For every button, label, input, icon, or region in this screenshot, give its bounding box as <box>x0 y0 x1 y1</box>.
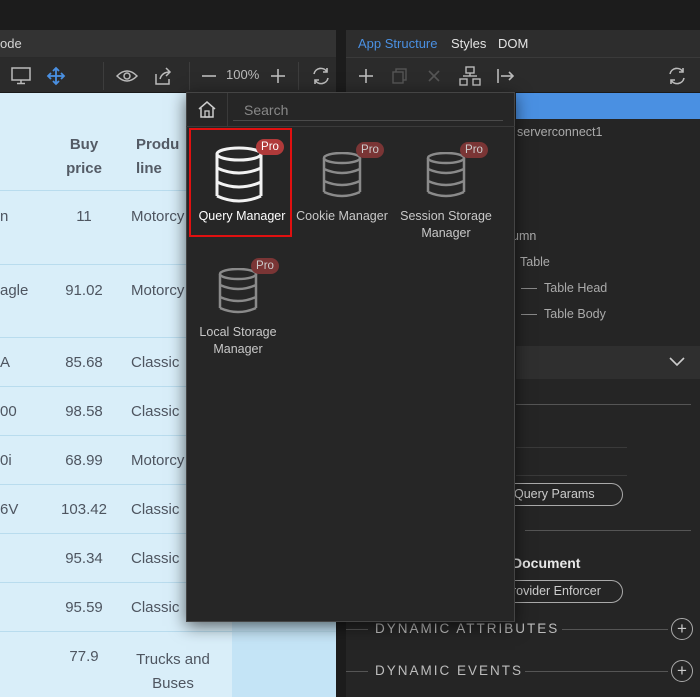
pro-badge: Pro <box>356 142 384 158</box>
divider <box>346 671 368 672</box>
cell-line: Classic <box>131 599 180 616</box>
cell-price: 103.42 <box>61 501 107 518</box>
design-tab-label[interactable]: ode <box>0 36 22 51</box>
tree-node-table[interactable]: Table <box>520 255 550 269</box>
cell-name: A <box>0 354 11 371</box>
cell-line: Motorcy <box>131 208 185 225</box>
cell-price: 85.68 <box>65 354 103 371</box>
tab-styles[interactable]: Styles <box>451 36 486 51</box>
pro-badge: Pro <box>251 258 279 274</box>
tree-node-serverconnect[interactable]: serverconnect1 <box>517 125 602 139</box>
app-window: ode 100% Buy price Produ line n 11 Motor… <box>0 0 700 697</box>
database-icon <box>218 268 258 314</box>
component-label: Cookie Manager <box>296 209 388 223</box>
cell-price: 91.02 <box>65 282 103 299</box>
add-dynamic-attribute-icon[interactable]: + <box>671 618 693 640</box>
move-tool-icon[interactable] <box>45 65 67 87</box>
home-button[interactable] <box>187 93 228 126</box>
cell-name: 0i <box>0 452 12 469</box>
cell-name: 6V <box>0 501 19 518</box>
cell-price: 77.9 <box>69 648 99 665</box>
desktop-view-icon[interactable] <box>10 65 32 87</box>
tab-app-structure[interactable]: App Structure <box>358 36 438 51</box>
cell-name: 00 <box>0 403 17 420</box>
component-cookie-manager[interactable]: Pro Cookie Manager <box>290 128 394 238</box>
cell-price: 95.59 <box>65 599 103 616</box>
database-icon <box>426 152 466 198</box>
cell-line: Trucks and Buses <box>136 651 210 692</box>
tree-node-table-head[interactable]: Table Head <box>544 281 607 295</box>
title-strip <box>0 0 700 30</box>
cell-price: 98.58 <box>65 403 103 420</box>
selection-highlight <box>189 128 292 237</box>
document-label: Document <box>512 555 581 571</box>
cell-price: 68.99 <box>65 452 103 469</box>
provider-enforcer-button[interactable]: rovider Enforcer <box>497 580 623 603</box>
refresh-structure-icon[interactable] <box>666 65 688 87</box>
cell-price: 11 <box>76 208 92 225</box>
database-icon <box>322 152 362 198</box>
tab-dom[interactable]: DOM <box>498 36 528 51</box>
cell-price: 95.34 <box>65 550 103 567</box>
share-export-icon[interactable] <box>152 65 174 87</box>
add-icon[interactable] <box>355 65 377 87</box>
zoom-in-icon[interactable] <box>267 65 289 87</box>
insert-after-icon[interactable] <box>495 65 517 87</box>
toolbar-divider <box>103 62 104 90</box>
divider <box>516 475 627 476</box>
component-session-storage-manager[interactable]: Pro Session Storage Manager <box>394 128 498 240</box>
cell-line: Classic <box>131 403 180 420</box>
selected-tree-node[interactable] <box>516 93 700 119</box>
pro-badge: Pro <box>460 142 488 158</box>
divider <box>525 671 668 672</box>
component-label: Session Storage Manager <box>400 209 492 240</box>
add-dynamic-event-icon[interactable]: + <box>671 660 693 682</box>
divider <box>562 629 668 630</box>
zoom-out-icon[interactable] <box>198 65 220 87</box>
home-icon <box>198 101 216 118</box>
cell-name: n <box>0 208 9 225</box>
header-product-line: Produ line <box>136 136 180 177</box>
divider <box>525 530 691 531</box>
dynamic-events-label: DYNAMIC EVENTS <box>375 663 524 678</box>
zoom-level: 100% <box>226 67 260 82</box>
hierarchy-icon[interactable] <box>459 65 481 87</box>
component-label: Local Storage Manager <box>199 325 277 356</box>
design-tab-bar <box>0 30 336 58</box>
refresh-icon[interactable] <box>310 65 332 87</box>
tree-node-column[interactable]: umn <box>512 229 536 243</box>
delete-icon[interactable] <box>423 65 445 87</box>
chevron-down-icon[interactable] <box>667 353 687 374</box>
cell-line: Classic <box>131 501 180 518</box>
component-local-storage-manager[interactable]: Pro Local Storage Manager <box>186 244 290 356</box>
preview-eye-icon[interactable] <box>116 65 138 87</box>
divider <box>516 447 627 448</box>
cell-line: Motorcy <box>131 452 185 469</box>
toolbar-divider <box>298 62 299 90</box>
tree-node-table-body[interactable]: Table Body <box>544 307 606 321</box>
tree-connector <box>521 314 537 315</box>
toolbar-divider <box>189 62 190 90</box>
query-params-button[interactable]: Query Params <box>497 483 623 506</box>
cell-line: Motorcy <box>131 282 185 299</box>
table-row[interactable]: 77.9 Trucks and Buses <box>0 632 336 697</box>
header-buy-price: Buy price <box>66 136 102 177</box>
cell-line: Classic <box>131 550 180 567</box>
copy-icon[interactable] <box>389 65 411 87</box>
component-search-input[interactable] <box>233 99 503 121</box>
cell-line: Classic <box>131 354 180 371</box>
dynamic-attributes-label: DYNAMIC ATTRIBUTES <box>375 621 560 636</box>
tree-connector <box>521 288 537 289</box>
divider <box>346 629 368 630</box>
divider <box>516 404 691 405</box>
cell-name: agle <box>0 282 29 299</box>
